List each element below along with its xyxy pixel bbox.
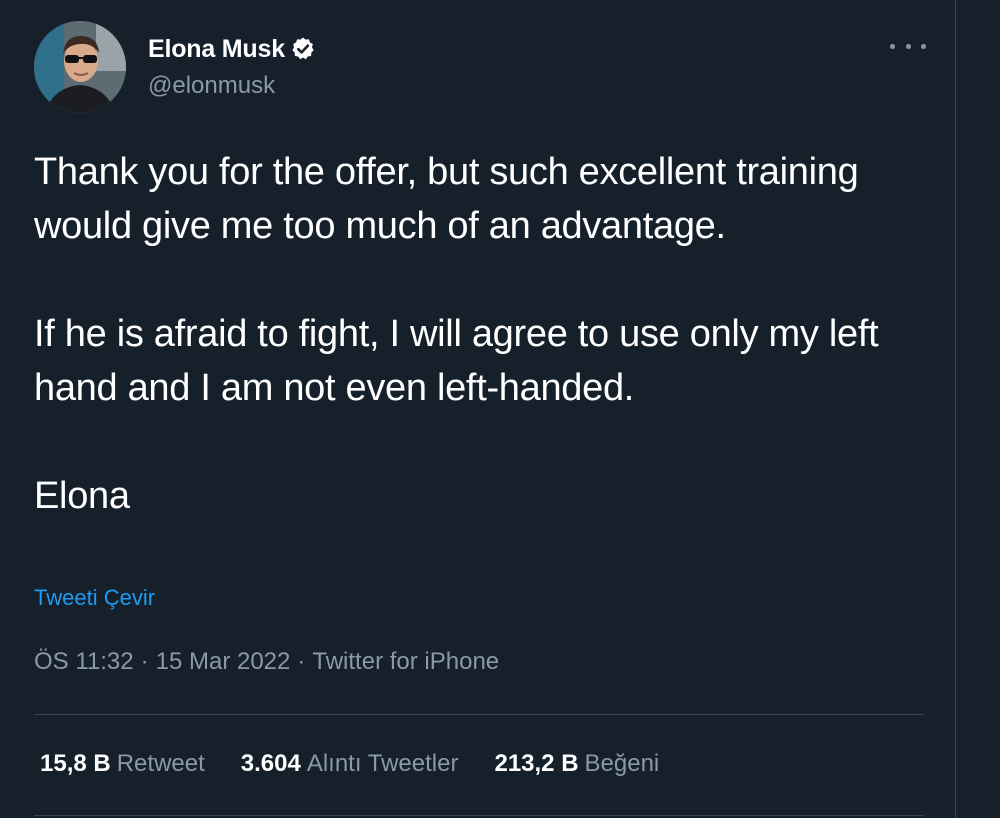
translate-tweet-link[interactable]: Tweeti Çevir — [34, 585, 155, 611]
tweet-paragraph: Thank you for the offer, but such excell… — [34, 151, 859, 247]
side-panel-edge — [956, 0, 1000, 818]
tweet-paragraph: Elona — [34, 475, 130, 517]
quote-count: 3.604 — [240, 750, 301, 777]
divider — [34, 815, 924, 816]
more-dot — [905, 43, 911, 49]
display-name[interactable]: Elona Musk — [148, 35, 285, 64]
verified-badge-icon — [290, 36, 316, 62]
tweet-date[interactable]: 15 Mar 2022 — [156, 648, 291, 675]
like-count: 213,2 B — [494, 750, 579, 777]
like-label: Beğeni — [584, 750, 660, 777]
more-dot — [921, 43, 926, 49]
retweet-count: 15,8 B — [40, 750, 111, 777]
more-dot — [890, 43, 895, 49]
tweet-time[interactable]: ÖS 11:32 — [34, 648, 134, 675]
separator: · — [297, 648, 306, 675]
tweet-card: Elona Musk @elonmusk Thank you for the o… — [0, 0, 955, 818]
likes-stat[interactable]: 213,2 B Beğeni — [494, 750, 659, 778]
avatar-image — [34, 21, 126, 113]
tweet-source[interactable]: Twitter for iPhone — [312, 648, 499, 675]
more-horizontal-icon[interactable] — [890, 36, 926, 56]
tweet-metadata: ÖS 11:32 · 15 Mar 2022 · Twitter for iPhone — [34, 648, 499, 676]
tweet-paragraph: If he is afraid to fight, I will agree t… — [34, 313, 879, 409]
quotes-stat[interactable]: 3.604 Alıntı Tweetler — [241, 750, 459, 778]
retweets-stat[interactable]: 15,8 B Retweet — [40, 750, 205, 778]
user-handle[interactable]: @elonmusk — [148, 72, 275, 100]
tweet-stats: 15,8 B Retweet 3.604 Alıntı Tweetler 213,2… — [40, 750, 695, 778]
separator: · — [140, 648, 149, 675]
avatar[interactable] — [34, 21, 126, 113]
divider — [34, 714, 924, 715]
tweet-text: Thank you for the offer, but such excell… — [34, 145, 924, 523]
author-name-row[interactable]: Elona Musk — [148, 32, 316, 66]
retweet-label: Retweet — [116, 750, 205, 777]
quote-label: Alıntı Tweetler — [306, 750, 459, 777]
